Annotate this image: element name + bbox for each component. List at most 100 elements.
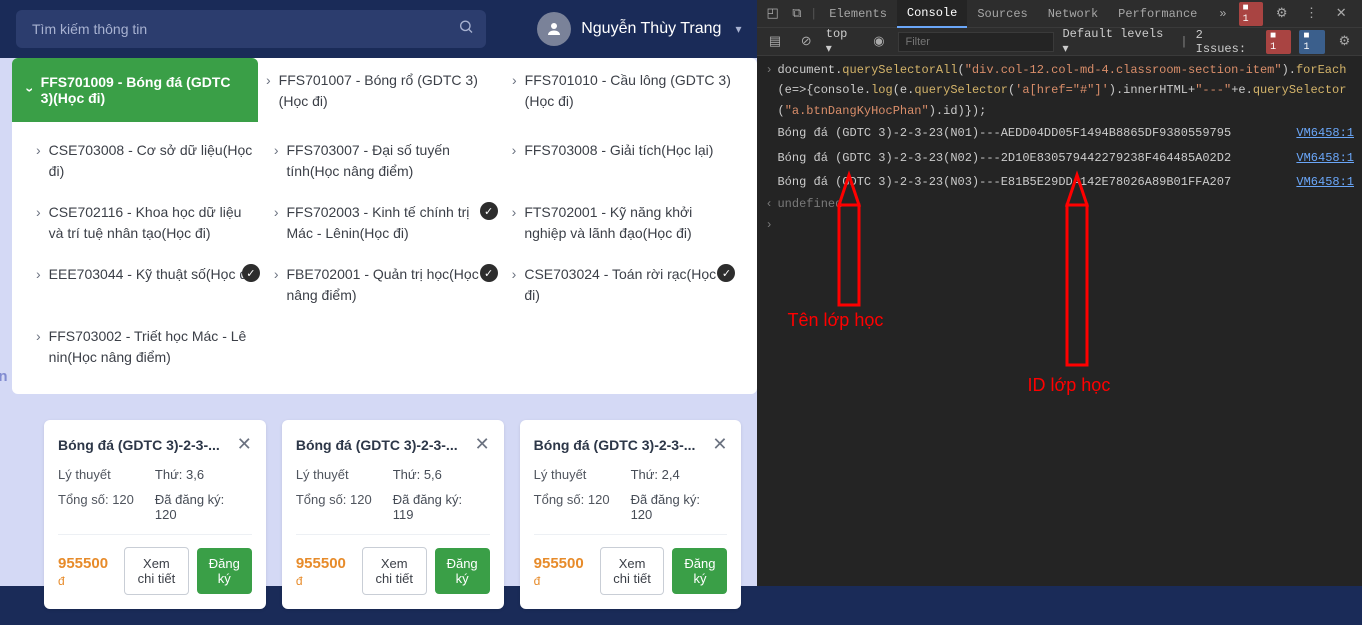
eye-icon[interactable]: ◉ (867, 34, 890, 49)
card-title: Bóng đá (GDTC 3)-2-3-... (534, 437, 696, 453)
card-price: 955500 (534, 555, 584, 572)
course-item[interactable]: ›CSE702116 - Khoa học dữ liệu và trí tuệ… (28, 192, 266, 254)
register-button[interactable]: Đăng ký (435, 548, 490, 594)
devtools-tab-elements[interactable]: Elements (819, 0, 897, 28)
chevron-right-icon: › (512, 142, 517, 158)
inspect-icon[interactable]: ◰ (761, 6, 783, 21)
card-label: Tổng số: 120 (58, 492, 155, 522)
chevron-right-icon: › (274, 142, 279, 158)
course-item[interactable]: ›FFS703008 - Giải tích(Học lại) (504, 130, 742, 192)
close-icon[interactable]: ✕ (237, 434, 252, 455)
issues-error-badge: ■ 1 (1266, 30, 1291, 54)
console-filter[interactable] (898, 32, 1054, 52)
topbar: Nguyễn Thùy Trang ▾ (0, 0, 757, 58)
view-detail-button[interactable]: Xem chi tiết (600, 547, 665, 595)
course-text: FFS701007 - Bóng rổ (GDTC 3)(Học đi) (279, 70, 496, 112)
settings-icon[interactable]: ⚙ (1333, 34, 1356, 49)
prompt-icon: › (765, 215, 777, 235)
class-card: Bóng đá (GDTC 3)-2-3-...✕Lý thuyếtThứ: 5… (282, 420, 504, 609)
clear-console-icon[interactable]: ⊘ (795, 34, 818, 49)
card-value: Thứ: 5,6 (393, 467, 490, 482)
card-price: 955500 (296, 555, 346, 572)
card-label: Tổng số: 120 (534, 492, 631, 522)
chevron-right-icon: › (512, 72, 517, 88)
more-icon[interactable]: ⋮ (1301, 6, 1323, 21)
course-item[interactable]: › FFS702003 - Kinh tế chính trị Mác - Lên… (266, 192, 504, 254)
app-left-pane: Nguyễn Thùy Trang ▾ › FFS701009 - Bóng đ… (0, 0, 757, 586)
chevron-right-icon: › (36, 328, 41, 344)
search-wrap (16, 10, 486, 48)
course-item[interactable]: ›CSE703008 - Cơ sở dữ liệu(Học đi) (28, 130, 266, 192)
devtools-tab-console[interactable]: Console (897, 0, 967, 28)
check-icon: ✓ (480, 202, 498, 220)
console-toolbar: ▤ ⊘ top ▾ ◉ Default levels ▾ | 2 Issues:… (757, 28, 1362, 56)
settings-icon[interactable]: ⚙ (1271, 6, 1293, 21)
close-icon[interactable]: ✕ (712, 434, 727, 455)
course-item[interactable]: ›CSE703024 - Toán rời rạc(Học đi)✓ (504, 254, 742, 316)
log-text: Bóng đá (GDTC 3)-2-3-23(N02)---2D10E8305… (765, 148, 1231, 168)
issues-info-badge: ■ 1 (1299, 30, 1324, 54)
card-price: 955500 (58, 555, 108, 572)
close-icon[interactable]: ✕ (1330, 6, 1352, 21)
card-label: Lý thuyết (296, 467, 393, 482)
tabs-more[interactable]: » (1209, 0, 1236, 28)
register-button[interactable]: Đăng ký (672, 548, 727, 594)
chevron-right-icon: › (274, 204, 279, 220)
devtools-tab-performance[interactable]: Performance (1108, 0, 1207, 28)
view-detail-button[interactable]: Xem chi tiết (124, 547, 189, 595)
card-label: Lý thuyết (534, 467, 631, 482)
context-selector[interactable]: top ▾ (826, 27, 860, 56)
chevron-right-icon: › (274, 266, 279, 282)
sidebar-toggle-icon[interactable]: ▤ (763, 34, 786, 49)
card-currency: đ (534, 574, 541, 588)
prompt-icon: › (765, 60, 777, 121)
error-badge[interactable]: ■ 1 (1239, 2, 1263, 26)
course-item[interactable]: › FFS701010 - Cầu lông (GDTC 3)(Học đi) (504, 58, 750, 122)
search-icon[interactable] (458, 19, 474, 40)
close-icon[interactable]: ✕ (475, 434, 490, 455)
console-input-line: › document.querySelectorAll("div.col-12.… (765, 60, 1354, 121)
log-levels[interactable]: Default levels ▾ (1062, 27, 1172, 56)
issues-label[interactable]: 2 Issues: (1196, 28, 1258, 56)
course-grid: ›CSE703008 - Cơ sở dữ liệu(Học đi)›FFS70… (12, 122, 757, 394)
course-item[interactable]: ›EEE703044 - Kỹ thuật số(Học đi)✓ (28, 254, 266, 316)
course-text: FFS702003 - Kinh tế chính trị Mác - Lêni… (287, 202, 496, 244)
console-code: document.querySelectorAll("div.col-12.co… (777, 60, 1354, 121)
course-text: CSE702116 - Khoa học dữ liệu và trí tuệ … (49, 202, 258, 244)
cards-row: Bóng đá (GDTC 3)-2-3-... ✕ Lý thuyết Thứ: 3… (0, 404, 757, 625)
card-value: Thứ: 2,4 (631, 467, 728, 482)
chevron-right-icon: › (36, 142, 41, 158)
annotation-label-1: Tên lớp học (787, 310, 883, 331)
card-currency: đ (58, 574, 65, 588)
course-item[interactable]: ›FFS703007 - Đại số tuyến tính(Học nâng … (266, 130, 504, 192)
course-item[interactable]: ›FFS703002 - Triết học Mác - Lê nin(Học … (28, 316, 266, 378)
devtools-tab-network[interactable]: Network (1038, 0, 1108, 28)
annotation-label-2: ID lớp học (1027, 375, 1110, 396)
card-label: Tổng số: 120 (296, 492, 393, 522)
search-input[interactable] (16, 10, 486, 48)
return-icon: ‹ (765, 194, 777, 214)
devtools-tabs: ◰ ⧉ | ElementsConsoleSourcesNetworkPerfo… (757, 0, 1362, 28)
course-text: FBE702001 - Quản trị học(Học nâng điểm) (287, 264, 496, 306)
card-value: Thứ: 3,6 (155, 467, 252, 482)
course-item[interactable]: ›FTS702001 - Kỹ năng khởi nghiệp và lãnh… (504, 192, 742, 254)
register-button[interactable]: Đăng ký (197, 548, 252, 594)
log-source-link[interactable]: VM6458:1 (1288, 172, 1354, 192)
section-label-partial: ần (0, 368, 8, 385)
course-item[interactable]: › FBE702001 - Quản trị học(Học nâng điểm)… (266, 254, 504, 316)
check-icon: ✓ (480, 264, 498, 282)
log-source-link[interactable]: VM6458:1 (1288, 123, 1354, 143)
active-course-header[interactable]: › FFS701009 - Bóng đá (GDTC 3)(Học đi) (12, 58, 258, 122)
device-toggle-icon[interactable]: ⧉ (786, 6, 808, 21)
log-source-link[interactable]: VM6458:1 (1288, 148, 1354, 168)
user-menu[interactable]: Nguyễn Thùy Trang ▾ (537, 12, 741, 46)
view-detail-button[interactable]: Xem chi tiết (362, 547, 427, 595)
check-icon: ✓ (242, 264, 260, 282)
chevron-right-icon: › (512, 204, 517, 220)
active-course-label: FFS701009 - Bóng đá (GDTC 3)(Học đi) (41, 74, 242, 106)
devtools-tab-sources[interactable]: Sources (967, 0, 1037, 28)
annotation-arrow-1 (829, 175, 869, 305)
course-item[interactable]: › FFS701007 - Bóng rổ (GDTC 3)(Học đi) (258, 58, 504, 122)
class-card: Bóng đá (GDTC 3)-2-3-...✕Lý thuyếtThứ: 3… (44, 420, 266, 609)
course-text: CSE703024 - Toán rời rạc(Học đi) (524, 264, 733, 306)
